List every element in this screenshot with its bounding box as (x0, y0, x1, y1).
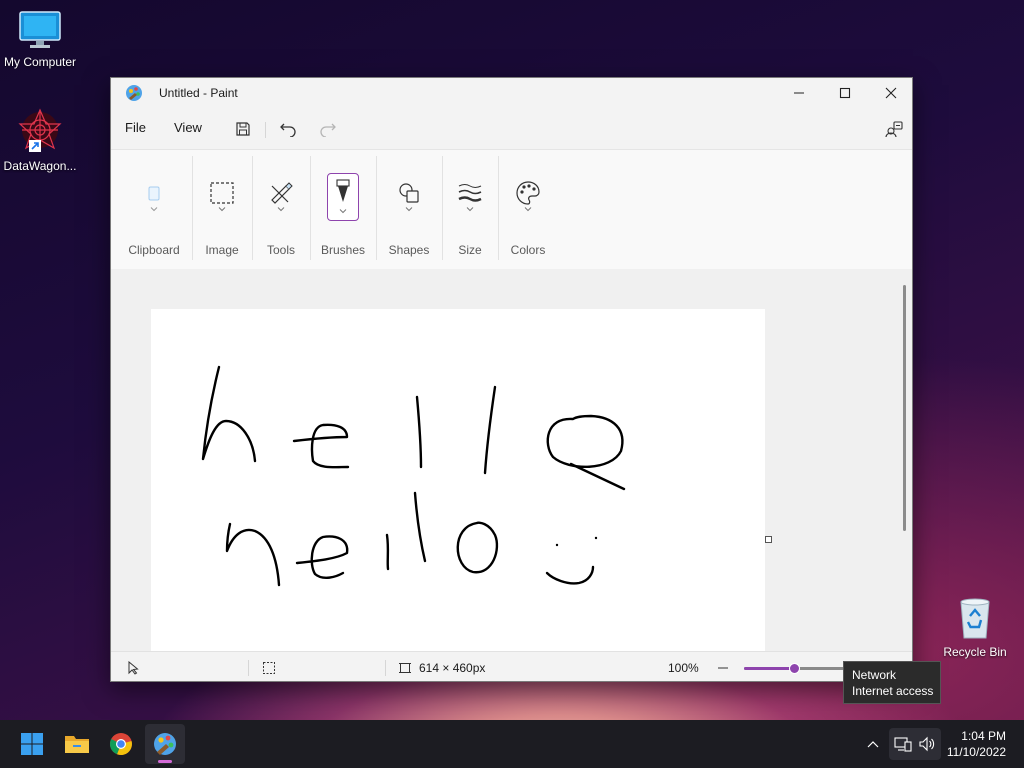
chevron-down-icon (466, 207, 474, 212)
vertical-scrollbar[interactable] (903, 285, 906, 531)
drawing-canvas[interactable] (151, 309, 765, 651)
menu-bar: File View (111, 110, 912, 148)
monitor-icon (19, 11, 61, 48)
account-icon (885, 121, 903, 138)
desktop-icon-my-computer[interactable]: My Computer (0, 10, 80, 69)
taskbar-paint[interactable] (145, 724, 185, 764)
close-button[interactable] (868, 78, 912, 108)
show-hidden-icons-button[interactable] (862, 720, 884, 768)
ribbon-group-clipboard[interactable]: Clipboard (121, 150, 187, 269)
undo-icon (280, 123, 296, 137)
menu-view[interactable]: View (174, 120, 202, 135)
redo-icon (320, 123, 336, 137)
status-separator (385, 660, 386, 676)
clock-date: 11/10/2022 (946, 745, 1006, 759)
ribbon-group-shapes[interactable]: Shapes (377, 150, 441, 269)
zoom-out-button[interactable] (715, 660, 731, 676)
zoom-slider[interactable] (744, 661, 844, 675)
pointer-icon (128, 661, 139, 675)
paint-app-icon (126, 85, 142, 101)
taskbar-clock[interactable]: 1:04 PM 11/10/2022 (947, 728, 1006, 760)
ribbon-group-label: Image (205, 243, 239, 257)
chrome-icon (109, 733, 132, 756)
window-title: Untitled - Paint (159, 86, 238, 100)
recycle-bin-icon (960, 598, 990, 639)
network-tooltip: Network Internet access (843, 661, 941, 704)
ribbon-group-brushes[interactable]: Brushes (311, 150, 375, 269)
zoom-slider-thumb[interactable] (788, 663, 800, 674)
file-explorer-icon (65, 736, 89, 753)
desktop-icon-label: My Computer (3, 55, 77, 69)
clock-time: 1:04 PM (961, 729, 1006, 743)
close-icon (885, 87, 897, 99)
canvas-size-icon (399, 663, 411, 673)
zoom-level[interactable]: 100% (668, 661, 699, 675)
ribbon-group-label: Shapes (388, 243, 430, 257)
minus-icon (718, 667, 728, 669)
ribbon: Clipboard Image Tools Brushes Shapes Siz… (111, 149, 912, 270)
maximize-icon (839, 87, 851, 99)
undo-button[interactable] (276, 118, 300, 140)
chevron-down-icon (405, 207, 413, 212)
active-app-indicator (158, 760, 172, 763)
chevron-down-icon (218, 207, 226, 212)
chevron-down-icon (277, 207, 285, 212)
minimize-icon (794, 92, 804, 94)
start-button[interactable] (12, 724, 52, 764)
desktop-icon-recycle-bin[interactable]: Recycle Bin (935, 596, 1015, 659)
canvas-resize-handle[interactable] (765, 536, 772, 543)
tooltip-line-2: Internet access (852, 684, 934, 698)
chevron-down-icon (524, 207, 532, 212)
network-icon (894, 737, 912, 752)
zoom-slider-fill (744, 667, 794, 670)
minimize-button[interactable] (776, 78, 822, 108)
ribbon-group-label: Brushes (320, 243, 366, 257)
ribbon-group-label: Clipboard (128, 243, 180, 257)
selection-size-icon (263, 662, 275, 674)
tooltip-line-1: Network (852, 668, 897, 682)
chevron-up-icon (867, 741, 879, 748)
menu-file[interactable]: File (125, 120, 146, 135)
volume-icon (919, 736, 935, 752)
toolbar-separator (265, 122, 266, 138)
ribbon-group-image[interactable]: Image (193, 150, 251, 269)
taskbar-chrome[interactable] (101, 724, 141, 764)
desktop-icon-label: DataWagon... (3, 159, 77, 173)
handwriting-drawing (201, 365, 626, 587)
desktop-icon-datawagon[interactable]: DataWagon... (0, 106, 80, 173)
ribbon-group-label: Colors (510, 243, 546, 257)
start-icon (21, 733, 43, 755)
save-button[interactable] (231, 118, 255, 140)
maximize-button[interactable] (822, 78, 868, 108)
ribbon-group-label: Tools (266, 243, 295, 257)
status-separator (248, 660, 249, 676)
desktop-icon-label: Recycle Bin (943, 645, 1007, 659)
chevron-down-icon (150, 207, 158, 212)
canvas-workspace (111, 269, 912, 651)
ribbon-group-size[interactable]: Size (443, 150, 497, 269)
taskbar-file-explorer[interactable] (57, 724, 97, 764)
ribbon-group-tools[interactable]: Tools (253, 150, 309, 269)
datawagon-icon (18, 108, 62, 152)
ribbon-group-label: Size (458, 243, 482, 257)
chevron-down-icon (339, 209, 347, 214)
paint-icon (154, 733, 176, 755)
ribbon-group-colors[interactable]: Colors (499, 150, 557, 269)
title-bar[interactable]: Untitled - Paint (111, 78, 912, 108)
save-icon (236, 122, 250, 136)
account-button[interactable] (882, 118, 906, 140)
taskbar: 1:04 PM 11/10/2022 (0, 720, 1024, 768)
redo-button[interactable] (316, 118, 340, 140)
paint-window: Untitled - Paint File View Clipboard Ima… (110, 77, 913, 682)
status-bar: 614 × 460px 100% (111, 651, 912, 681)
canvas-size-text: 614 × 460px (419, 661, 486, 675)
network-volume-button[interactable] (889, 728, 941, 760)
